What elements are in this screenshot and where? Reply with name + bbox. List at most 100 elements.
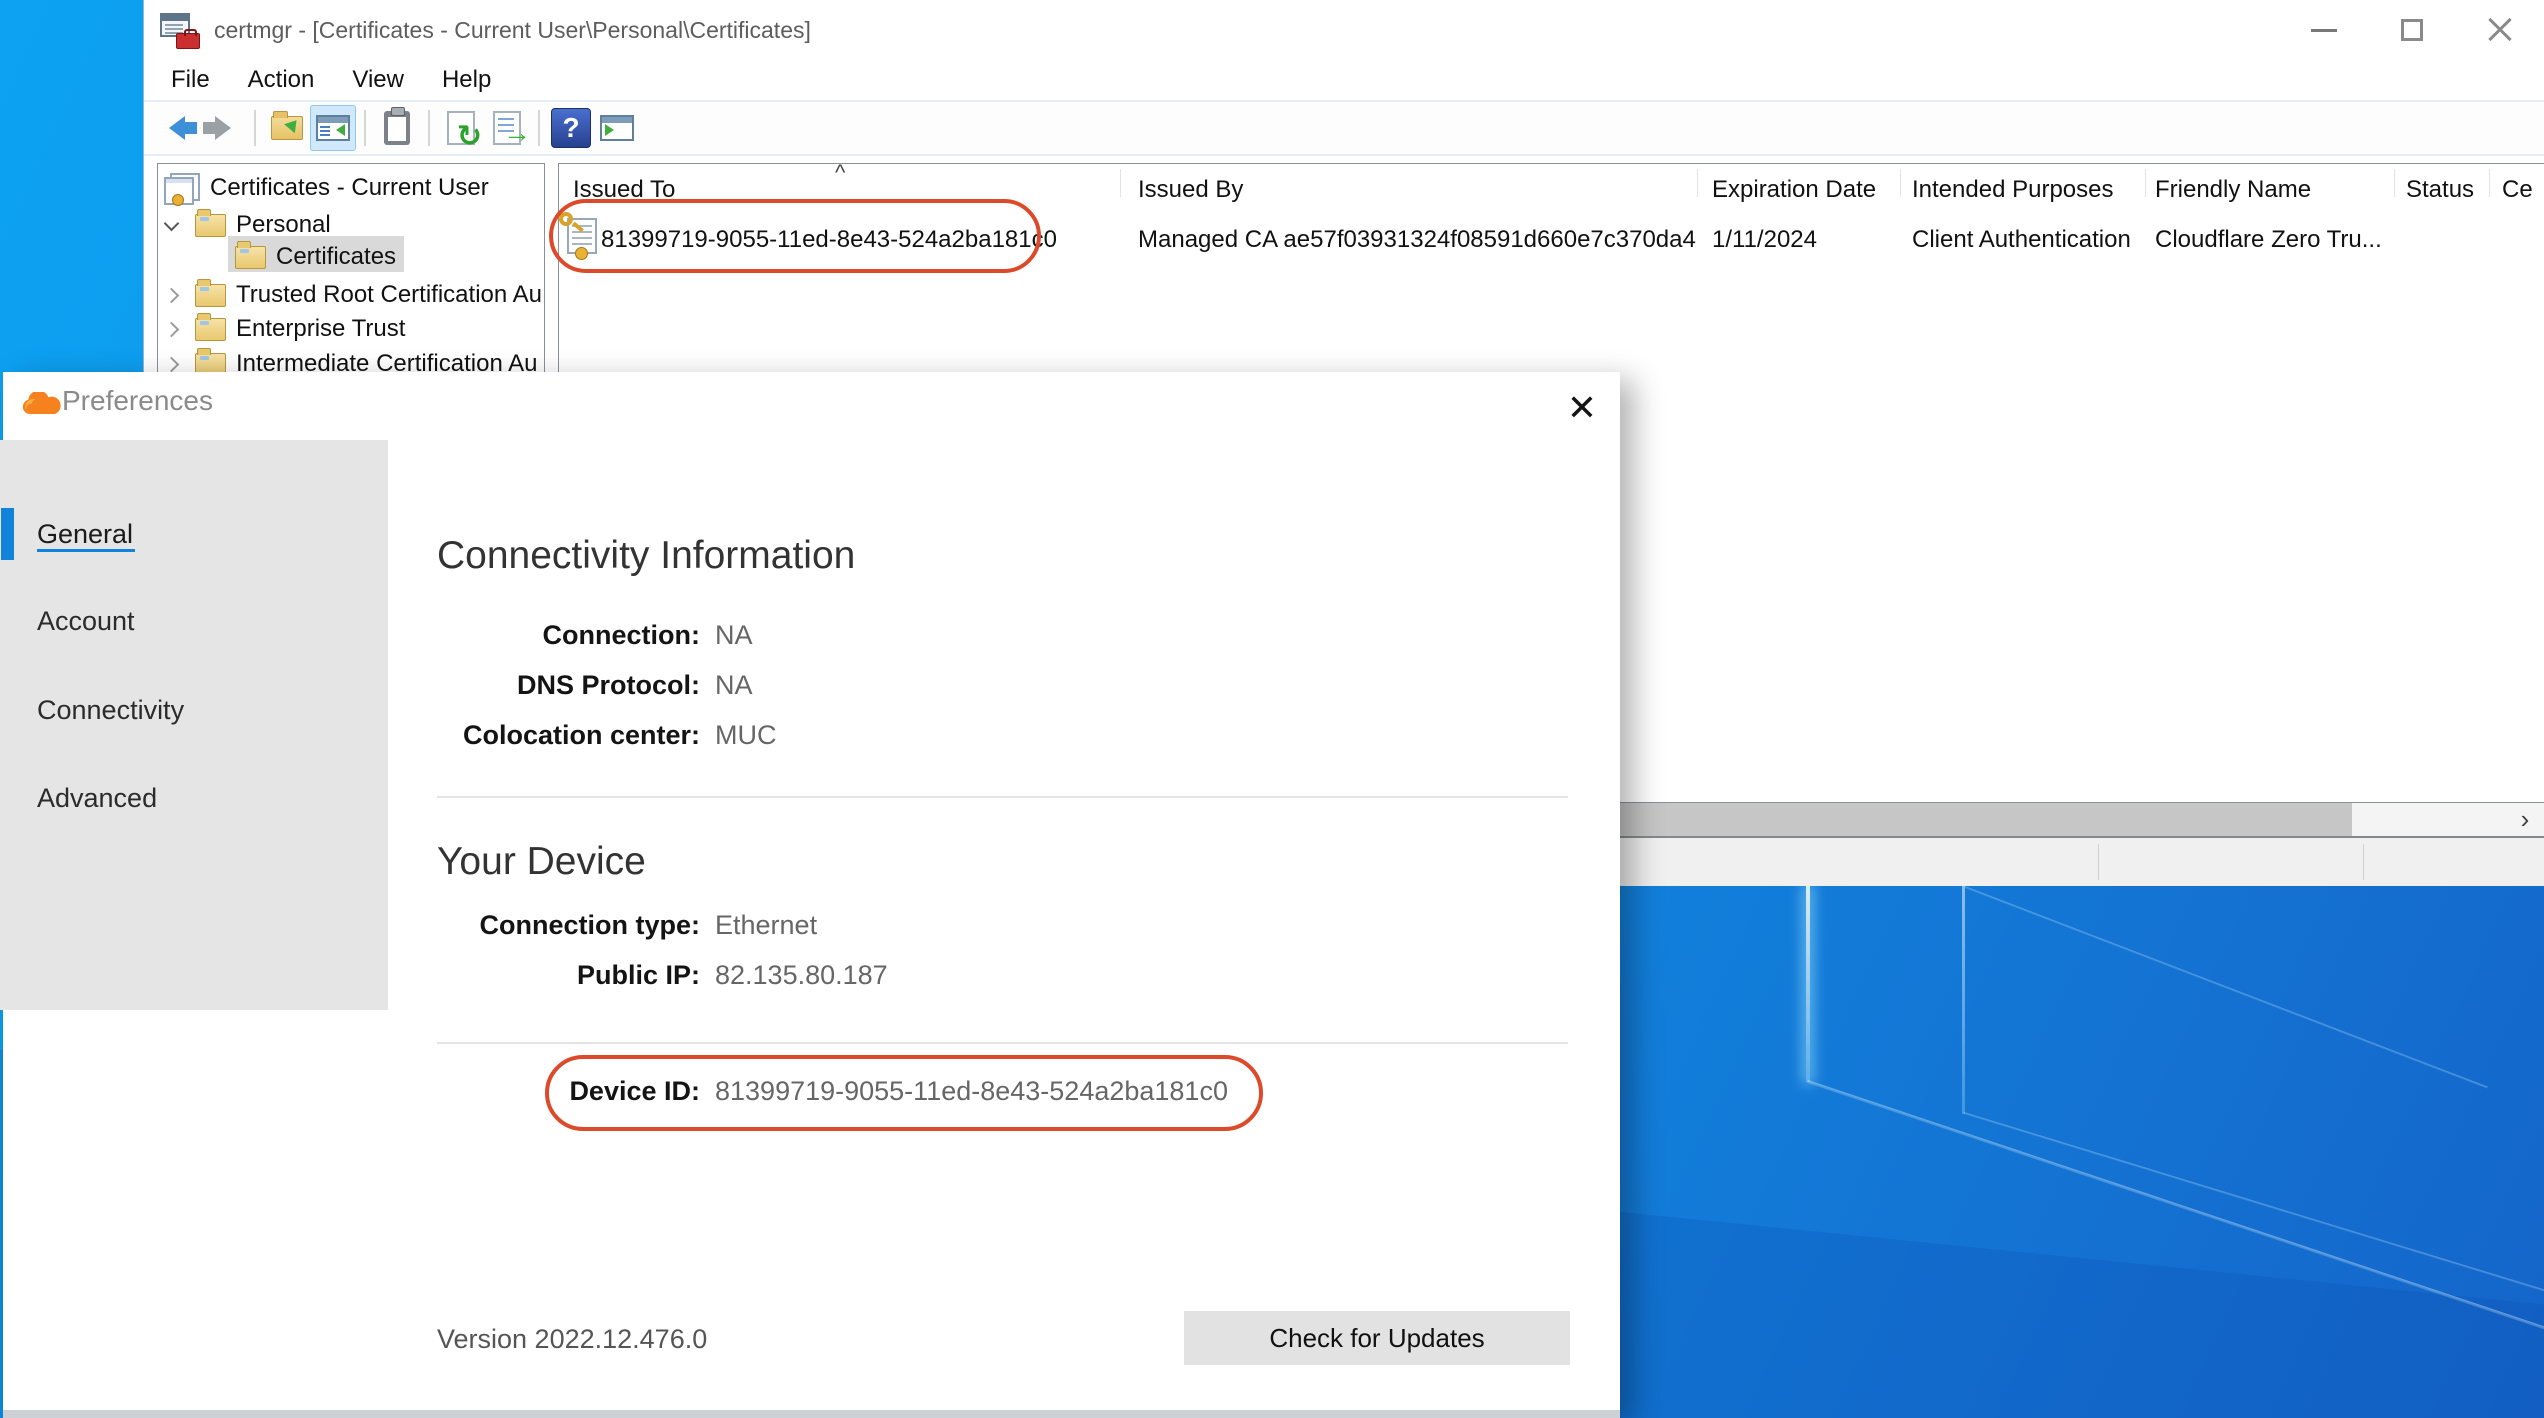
column-divider[interactable] <box>1120 169 1121 197</box>
export-list-icon: → <box>493 111 521 145</box>
column-divider[interactable] <box>2489 169 2490 197</box>
cell-issued-by[interactable]: Managed CA ae57f03931324f08591d660e7c370… <box>1138 226 1696 254</box>
back-button[interactable] <box>154 105 200 151</box>
sidebar-item-account[interactable]: Account <box>37 606 135 637</box>
chevron-down-icon[interactable] <box>164 215 180 231</box>
maximize-icon <box>2401 19 2423 41</box>
public-ip-value: 82.135.80.187 <box>715 960 888 991</box>
connection-label: Connection: <box>460 620 700 651</box>
folder-icon <box>195 318 226 341</box>
toolbar-separator <box>364 110 366 146</box>
column-divider[interactable] <box>2145 169 2146 197</box>
cell-friendly-name[interactable]: Cloudflare Zero Tru... <box>2155 226 2382 254</box>
toolbar: ↻ → ? <box>144 100 2544 156</box>
column-header-friendly-name[interactable]: Friendly Name <box>2155 176 2311 204</box>
statusbar-divider <box>2363 844 2364 880</box>
menu-file[interactable]: File <box>152 66 229 94</box>
column-divider[interactable] <box>1697 169 1698 197</box>
tree-item-personal[interactable]: Personal <box>166 208 331 242</box>
certmgr-app-icon <box>160 11 200 49</box>
colocation-center-label: Colocation center: <box>430 720 700 751</box>
menu-action[interactable]: Action <box>229 66 334 94</box>
column-header-intended-purposes[interactable]: Intended Purposes <box>1912 176 2113 204</box>
column-header-expiration-date[interactable]: Expiration Date <box>1712 176 1876 204</box>
dns-protocol-label: DNS Protocol: <box>460 670 700 701</box>
chevron-right-icon[interactable] <box>164 321 180 337</box>
section-divider <box>437 1042 1568 1044</box>
colocation-center-value: MUC <box>715 720 777 751</box>
connection-type-value: Ethernet <box>715 910 817 941</box>
desktop: certmgr - [Certificates - Current User\P… <box>0 0 2544 1418</box>
toolbar-separator <box>254 110 256 146</box>
up-folder-icon <box>271 116 303 140</box>
section-heading-your-device: Your Device <box>437 840 646 884</box>
cell-intended-purposes[interactable]: Client Authentication <box>1912 226 2131 254</box>
title-bar[interactable]: certmgr - [Certificates - Current User\P… <box>144 0 2544 60</box>
menu-bar: File Action View Help <box>144 60 2544 100</box>
export-list-button[interactable]: → <box>484 105 530 151</box>
help-button[interactable]: ? <box>548 105 594 151</box>
cell-expiration-date[interactable]: 1/11/2024 <box>1712 226 1817 254</box>
toolbar-separator <box>538 110 540 146</box>
section-divider <box>437 796 1568 798</box>
toolbar-separator <box>428 110 430 146</box>
refresh-button[interactable]: ↻ <box>438 105 484 151</box>
certificates-root-icon <box>164 173 200 203</box>
back-icon <box>169 116 185 140</box>
chevron-right-icon[interactable] <box>164 287 180 303</box>
tree-item-label: Trusted Root Certification Au <box>236 281 542 309</box>
annotation-issued-to-ellipse <box>549 199 1041 273</box>
tree-item-trusted-root[interactable]: Trusted Root Certification Au <box>166 278 542 312</box>
wallpaper-beam <box>1962 886 1965 1114</box>
maximize-button[interactable] <box>2368 0 2456 60</box>
clipboard-icon <box>384 111 410 145</box>
show-console-tree-button[interactable] <box>310 105 356 151</box>
connection-value: NA <box>715 620 753 651</box>
folder-icon <box>195 214 226 237</box>
version-text: Version 2022.12.476.0 <box>437 1324 707 1355</box>
help-icon: ? <box>551 108 591 148</box>
forward-icon <box>215 116 231 140</box>
window-title: certmgr - [Certificates - Current User\P… <box>214 17 811 44</box>
scroll-right-button[interactable]: › <box>2505 803 2544 836</box>
forward-button[interactable] <box>200 105 246 151</box>
check-for-updates-button[interactable]: Check for Updates <box>1184 1311 1570 1365</box>
close-button[interactable] <box>2456 0 2544 60</box>
refresh-icon: ↻ <box>447 111 475 145</box>
sidebar-item-connectivity[interactable]: Connectivity <box>37 695 184 726</box>
sidebar-item-general[interactable]: General <box>37 519 133 550</box>
minimize-button[interactable] <box>2280 0 2368 60</box>
column-divider[interactable] <box>2394 169 2395 197</box>
chevron-right-icon[interactable] <box>164 356 180 372</box>
tree-item-label: Enterprise Trust <box>236 315 405 343</box>
selected-tab-indicator <box>1 508 14 560</box>
device-id-label: Device ID: <box>460 1076 700 1107</box>
action-pane-icon <box>600 115 634 141</box>
copy-button[interactable] <box>374 105 420 151</box>
column-header-status[interactable]: Status <box>2406 176 2474 204</box>
column-header-issued-by[interactable]: Issued By <box>1138 176 1243 204</box>
dns-protocol-value: NA <box>715 670 753 701</box>
folder-icon <box>195 284 226 307</box>
close-icon <box>2487 17 2513 43</box>
up-one-level-button[interactable] <box>264 105 310 151</box>
column-header-certificate-template[interactable]: Ce <box>2502 176 2533 204</box>
tree-item-certificates-current-user[interactable]: Certificates - Current User <box>164 171 489 205</box>
tree-item-label: Certificates - Current User <box>210 174 489 202</box>
public-ip-label: Public IP: <box>460 960 700 991</box>
menu-view[interactable]: View <box>333 66 423 94</box>
sidebar-item-advanced[interactable]: Advanced <box>37 783 157 814</box>
tree-item-label: Certificates <box>276 243 396 271</box>
dialog-close-button[interactable]: ✕ <box>1556 382 1608 434</box>
console-tree-icon <box>316 115 350 141</box>
column-divider[interactable] <box>1900 169 1901 197</box>
show-action-pane-button[interactable] <box>594 105 640 151</box>
dialog-bottom-edge <box>3 1410 1620 1418</box>
section-heading-connectivity-information: Connectivity Information <box>437 534 855 578</box>
tree-item-certificates[interactable]: Certificates <box>235 240 396 274</box>
menu-help[interactable]: Help <box>423 66 510 94</box>
selected-tab-underline <box>37 549 135 552</box>
minimize-icon <box>2311 29 2337 32</box>
sort-ascending-icon: ^ <box>835 160 845 186</box>
tree-item-enterprise-trust[interactable]: Enterprise Trust <box>166 312 405 346</box>
